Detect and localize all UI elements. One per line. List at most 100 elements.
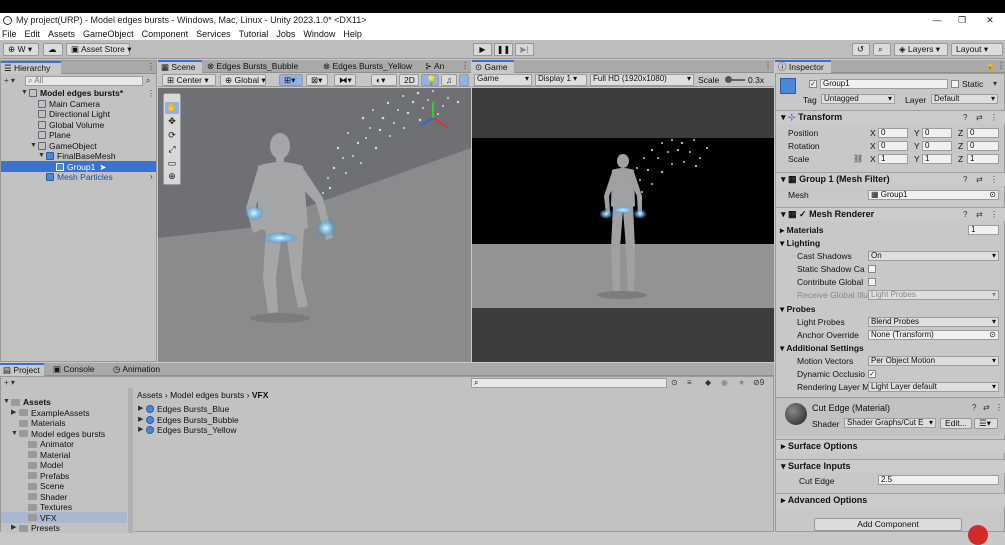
preset-icon[interactable]: ⇄ — [976, 113, 983, 122]
fx-toggle-icon[interactable] — [459, 74, 469, 86]
search-icon[interactable]: ⌕ — [873, 43, 891, 56]
component-menu-icon[interactable]: ⋮ — [990, 210, 998, 219]
tag-dropdown[interactable]: Untagged ▾ — [821, 94, 895, 104]
search-by-type-icon[interactable]: ⊙ — [671, 378, 678, 387]
hierarchy-item-directional-light[interactable]: Directional Light — [38, 109, 110, 120]
hidden-packages-icon[interactable]: ◉ — [721, 378, 728, 387]
shader-menu-button[interactable]: ☰▾ — [974, 418, 998, 429]
shading-button[interactable]: ◐▾ — [371, 74, 397, 86]
add-icon[interactable]: + ▾ — [4, 76, 15, 85]
play-button[interactable]: ▶ — [473, 43, 492, 56]
component-menu-icon[interactable]: ⋮ — [995, 403, 1003, 412]
additional-settings-foldout[interactable]: ▾ Additional Settings — [780, 343, 864, 354]
preset-icon[interactable]: ⇄ — [976, 175, 983, 184]
expand-arrow-icon[interactable]: ▶ — [138, 404, 146, 415]
menu-gameobject[interactable]: GameObject — [83, 29, 134, 39]
rotation-z-field[interactable]: 0 — [967, 141, 999, 151]
tree-item-exampleassets[interactable]: ▶ ExampleAssets — [11, 408, 90, 419]
motion-vectors-dropdown[interactable]: Per Object Motion ▾ — [868, 356, 999, 366]
more-icon[interactable]: ⋮ — [764, 61, 772, 70]
help-icon[interactable]: ? — [963, 210, 967, 219]
asset-store-button[interactable]: ▣ Asset Store ▾ — [66, 43, 132, 56]
surface-options-header[interactable]: ▸ Surface Options — [776, 439, 1005, 453]
tree-item-prefabs[interactable]: Prefabs — [28, 471, 69, 482]
tree-item-animator[interactable]: Animator — [28, 439, 74, 450]
object-picker-icon[interactable]: ⊙ — [989, 331, 996, 339]
light-probes-dropdown[interactable]: Blend Probes ▾ — [868, 317, 999, 327]
transform-header[interactable]: ▾ ⊹ Transform — [776, 110, 1005, 124]
edit-shader-button[interactable]: Edit... — [940, 418, 972, 429]
menu-tutorial[interactable]: Tutorial — [239, 29, 269, 39]
lock-icon[interactable]: 🔒 — [985, 61, 995, 70]
layer-dropdown[interactable]: Default ▾ — [931, 94, 998, 104]
lighting-toggle-icon[interactable]: 💡 — [421, 74, 439, 86]
tab-scene[interactable]: ▦ Scene — [158, 60, 202, 73]
position-z-field[interactable]: 0 — [967, 128, 999, 138]
display-dropdown[interactable]: Display 1 ▾ — [535, 74, 587, 86]
component-menu-icon[interactable]: ⋮ — [990, 113, 998, 122]
close-button[interactable]: ✕ — [973, 13, 1005, 27]
preset-icon[interactable]: ⇄ — [976, 210, 983, 219]
menu-component[interactable]: Component — [142, 29, 189, 39]
game-view[interactable] — [472, 88, 774, 362]
rotate-tool-icon[interactable]: ⟳ — [165, 130, 179, 142]
scene-view[interactable]: ✋ ✥ ⟳ ⤢ ▭ ⊕ — [158, 88, 471, 362]
tree-scrollbar[interactable] — [128, 388, 133, 533]
pivot-dropdown[interactable]: ⊞ Center ▾ — [162, 74, 216, 86]
scale-tool-icon[interactable]: ⤢ — [165, 144, 179, 156]
expand-arrow-icon[interactable]: ▼ — [11, 429, 19, 440]
filter-icon[interactable]: ⌕ — [146, 76, 150, 86]
active-checkbox[interactable]: ✓ — [809, 80, 817, 88]
expand-arrow-icon[interactable]: ▶ — [138, 415, 146, 426]
tree-item-scene[interactable]: Scene — [28, 481, 64, 492]
object-picker-icon[interactable]: ⊙ — [989, 191, 996, 199]
hierarchy-item-plane[interactable]: Plane — [38, 130, 71, 141]
tab-console[interactable]: ▣ Console — [50, 363, 99, 376]
mesh-filter-header[interactable]: ▾ ▦ Group 1 (Mesh Filter) — [776, 172, 1005, 186]
static-shadow-checkbox[interactable] — [868, 265, 876, 273]
expand-arrow-icon[interactable]: ▼ — [30, 141, 38, 152]
mode-2d-button[interactable]: 2D — [399, 74, 419, 86]
rect-tool-icon[interactable]: ▭ — [165, 158, 179, 170]
position-y-field[interactable]: 0 — [922, 128, 952, 138]
mesh-field[interactable]: ▦ Group1 ⊙ — [868, 190, 999, 200]
scale-y-field[interactable]: 1 — [922, 154, 952, 164]
help-icon[interactable]: ? — [963, 113, 967, 122]
rotation-y-field[interactable]: 0 — [922, 141, 952, 151]
component-menu-icon[interactable]: ⋮ — [990, 175, 998, 184]
search-by-label-icon[interactable]: ≡ — [687, 378, 692, 387]
hierarchy-item-main-camera[interactable]: Main Camera — [38, 99, 100, 110]
more-icon[interactable]: ⋮ — [147, 62, 155, 71]
step-button[interactable]: ▶| — [515, 43, 534, 56]
advanced-options-header[interactable]: ▸ Advanced Options — [776, 493, 1005, 507]
dynamic-occlusion-checkbox[interactable]: ✓ — [868, 370, 876, 378]
menu-window[interactable]: Window — [303, 29, 335, 39]
surface-inputs-header[interactable]: ▾ Surface Inputs — [776, 459, 1005, 473]
link-icon[interactable]: ⛓ — [853, 154, 863, 163]
tab-hierarchy[interactable]: ☰ Hierarchy — [1, 61, 61, 74]
lighting-foldout[interactable]: ▾ Lighting — [780, 238, 820, 249]
tree-item-textures[interactable]: Textures — [28, 502, 72, 513]
materials-foldout[interactable]: ▸ Materials — [780, 225, 824, 236]
hand-tool-icon[interactable]: ✋ — [165, 102, 179, 114]
cut-edge-field[interactable]: 2.5 — [878, 475, 999, 485]
menu-help[interactable]: Help — [343, 29, 362, 39]
scale-z-field[interactable]: 1 — [967, 154, 999, 164]
cast-shadows-dropdown[interactable]: On ▾ — [868, 251, 999, 261]
tab-inspector[interactable]: ⓘ Inspector — [775, 60, 831, 73]
expand-arrow-icon[interactable]: ▶ — [138, 425, 146, 436]
preset-icon[interactable]: ⇄ — [983, 403, 990, 412]
expand-arrow-icon[interactable]: ▼ — [21, 88, 29, 99]
expand-arrow-icon[interactable]: ▶ — [11, 408, 19, 419]
anchor-override-field[interactable]: None (Transform) ⊙ — [868, 330, 999, 340]
position-x-field[interactable]: 0 — [878, 128, 908, 138]
breadcrumb-model-edges-bursts[interactable]: Model edges bursts — [170, 390, 244, 400]
layers-dropdown[interactable]: ◈ Layers ▾ — [894, 43, 948, 56]
history-icon[interactable]: ↺ — [852, 43, 870, 56]
tree-item-materials[interactable]: Materials — [19, 418, 65, 429]
tab-edges-bursts-bubble[interactable]: ⊗ Edges Bursts_Bubble — [204, 60, 302, 73]
static-checkbox[interactable] — [951, 80, 959, 88]
tree-item-vfx[interactable]: VFX — [28, 513, 57, 524]
tree-item-material[interactable]: Material — [28, 450, 70, 461]
favorite-icon[interactable]: ★ — [738, 378, 745, 387]
